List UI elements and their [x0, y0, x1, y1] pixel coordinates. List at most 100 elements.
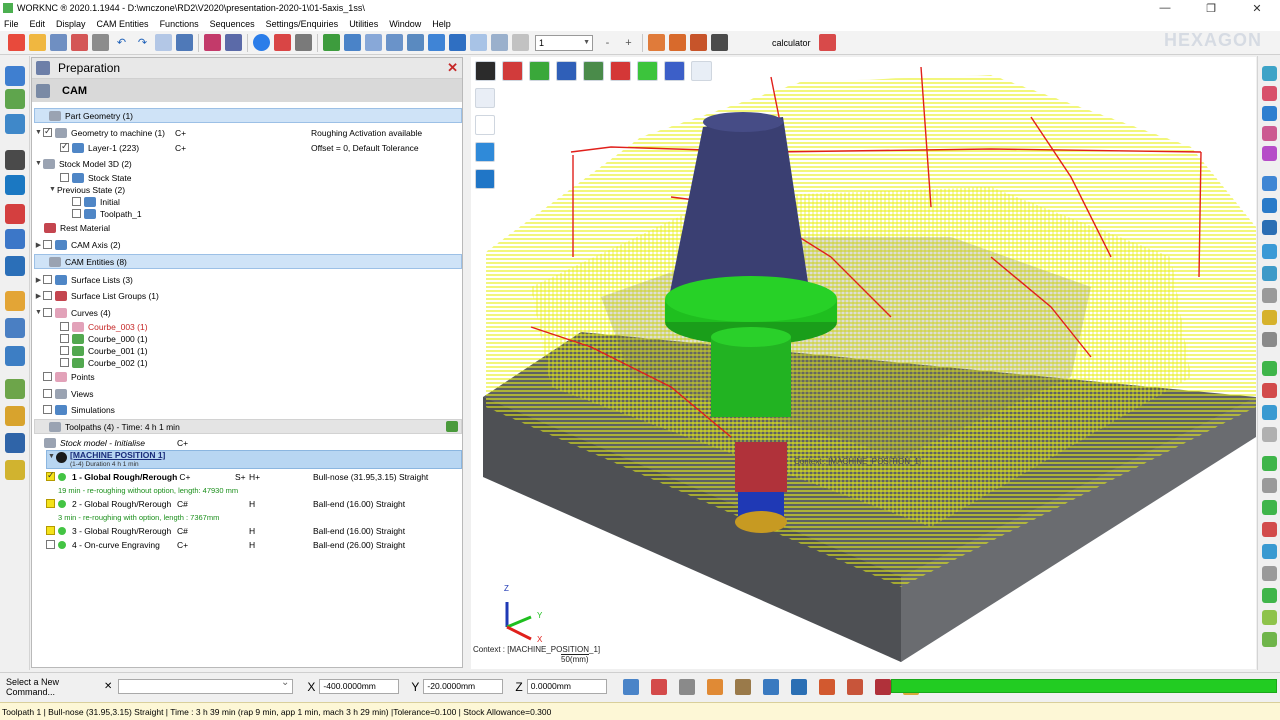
tree-item-rest-material[interactable]: Rest Material	[44, 220, 344, 235]
blue-cube-icon[interactable]	[475, 142, 495, 162]
pick-point-icon[interactable]	[650, 678, 667, 695]
tree-item-toolpath-3[interactable]: 3 - Global Rough/Rerough C# H Ball-end (…	[46, 523, 462, 538]
layers-icon[interactable]	[323, 34, 340, 51]
camera-icon[interactable]	[295, 34, 312, 51]
shade-icon[interactable]	[274, 34, 291, 51]
rotate-icon[interactable]	[428, 34, 445, 51]
toolpath-run-icon[interactable]	[446, 421, 458, 432]
tree-item-courbe-002[interactable]: Courbe_002 (1)	[60, 355, 360, 370]
menu-utilities[interactable]: Utilities	[349, 19, 378, 29]
minus-icon[interactable]: -	[599, 34, 616, 51]
visibility-checkbox[interactable]	[60, 334, 69, 343]
calculator-label[interactable]: calculator	[772, 38, 811, 48]
visibility-checkbox[interactable]	[60, 173, 69, 182]
visibility-checkbox[interactable]	[72, 197, 81, 206]
red-cube-icon[interactable]	[610, 61, 631, 81]
clear-command-icon[interactable]: ✕	[104, 681, 112, 692]
delete-icon[interactable]	[71, 34, 88, 51]
undo-icon[interactable]: ↶	[113, 34, 130, 51]
draw-point-icon[interactable]	[1262, 427, 1277, 442]
tree-item-surface-list-groups[interactable]: ▶ Surface List Groups (1)	[34, 288, 334, 303]
tree-item-machine-position[interactable]: ▼ [MACHINE POSITION 1] (1-4) Duration 4 …	[46, 450, 462, 469]
edit-split-icon[interactable]	[1262, 544, 1277, 559]
close-button[interactable]: ✕	[1234, 2, 1280, 15]
export-icon[interactable]	[846, 678, 863, 695]
open-icon[interactable]	[29, 34, 46, 51]
visibility-checkbox[interactable]	[46, 540, 55, 549]
report-icon[interactable]	[5, 433, 25, 453]
post-icon[interactable]	[5, 318, 25, 338]
calc-icon[interactable]	[5, 291, 25, 311]
measure-icon[interactable]	[512, 34, 529, 51]
y-coordinate-field[interactable]: -20.0000mm	[423, 679, 504, 694]
layout-icon[interactable]	[176, 34, 193, 51]
line-icon[interactable]	[678, 678, 695, 695]
tree-item-toolpath-2[interactable]: 2 - Global Rough/Rerough C# H Ball-end (…	[46, 496, 462, 511]
visibility-checkbox[interactable]	[60, 358, 69, 367]
blue-layers-icon[interactable]	[664, 61, 685, 81]
cube-icon[interactable]	[5, 460, 25, 480]
tree-item-layer[interactable]: Layer-1 (223) C+ Offset = 0, Default Tol…	[60, 140, 460, 155]
green-cube-icon[interactable]	[637, 61, 658, 81]
view-bottom-icon[interactable]	[1262, 198, 1277, 213]
zoom-window-icon[interactable]	[386, 34, 403, 51]
surface-icon[interactable]	[5, 89, 25, 109]
section-cam-entities[interactable]: CAM Entities (8)	[34, 254, 462, 269]
shaded-view-icon[interactable]	[502, 61, 523, 81]
visibility-checkbox[interactable]	[60, 322, 69, 331]
tree-item-toolpath-1[interactable]: 1 - Global Rough/Rerough C+ S+ H+ Bull-n…	[46, 469, 462, 484]
machine-icon[interactable]	[5, 256, 25, 276]
view-iso-icon[interactable]	[1262, 176, 1277, 191]
edit-project-icon[interactable]	[1262, 588, 1277, 603]
layer-view-icon[interactable]	[529, 61, 550, 81]
menu-file[interactable]: File	[4, 19, 19, 29]
tree-item-curves[interactable]: ▼ Curves (4)	[34, 305, 334, 320]
cam-header[interactable]: CAM	[32, 79, 462, 102]
visibility-checkbox[interactable]	[46, 470, 55, 481]
tree-item-stock-model[interactable]: ▼ Stock Model 3D (2)	[34, 156, 454, 171]
visibility-checkbox[interactable]	[60, 141, 69, 152]
probe-icon[interactable]	[711, 34, 728, 51]
draw-line-icon[interactable]	[1262, 383, 1277, 398]
view-zoom-icon[interactable]	[1262, 310, 1277, 325]
arc-icon[interactable]	[706, 678, 723, 695]
edit-smooth-icon[interactable]	[1262, 610, 1277, 625]
visibility-checkbox[interactable]	[43, 372, 52, 381]
visibility-checkbox[interactable]	[46, 499, 55, 508]
grid-icon[interactable]	[155, 34, 172, 51]
visibility-checkbox[interactable]	[43, 275, 52, 284]
menu-icon[interactable]	[475, 61, 496, 81]
view-pan-icon[interactable]	[1262, 288, 1277, 303]
menu-cam-entities[interactable]: CAM Entities	[97, 19, 149, 29]
wire-cube-icon[interactable]	[475, 115, 495, 135]
iso-cube-icon[interactable]	[475, 169, 495, 189]
stock-icon[interactable]	[5, 150, 25, 170]
edit-offset-icon[interactable]	[1262, 500, 1277, 515]
visibility-checkbox[interactable]	[43, 240, 52, 249]
view-normal-icon[interactable]	[1262, 220, 1277, 235]
tool-icon[interactable]	[5, 204, 25, 224]
expand-icon[interactable]: ▶	[34, 276, 43, 284]
transform-icon[interactable]	[762, 678, 779, 695]
menu-functions[interactable]: Functions	[160, 19, 199, 29]
new-icon[interactable]	[8, 34, 25, 51]
collapse-icon[interactable]: ▼	[34, 160, 43, 167]
visibility-checkbox[interactable]	[46, 526, 55, 535]
snap-icon[interactable]	[622, 678, 639, 695]
collapse-icon[interactable]: ▼	[48, 186, 57, 193]
tree-item-stock-init[interactable]: Stock model - Initialise C+	[44, 435, 344, 450]
visibility-checkbox[interactable]	[43, 405, 52, 414]
frame-icon[interactable]	[225, 34, 242, 51]
draw-curve-icon[interactable]	[1262, 361, 1277, 376]
doc-icon[interactable]	[5, 346, 25, 366]
redo-icon[interactable]: ↷	[134, 34, 151, 51]
command-input[interactable]	[118, 677, 294, 694]
measure-icon[interactable]	[790, 678, 807, 695]
edit-delete-icon[interactable]	[1262, 566, 1277, 581]
report-icon[interactable]	[874, 678, 891, 695]
print-icon[interactable]	[92, 34, 109, 51]
tree-item-cam-axis[interactable]: ▶ CAM Axis (2)	[34, 237, 334, 252]
verify-icon[interactable]	[5, 406, 25, 426]
curve-icon[interactable]	[5, 114, 25, 134]
collapse-icon[interactable]: ▼	[34, 129, 43, 136]
